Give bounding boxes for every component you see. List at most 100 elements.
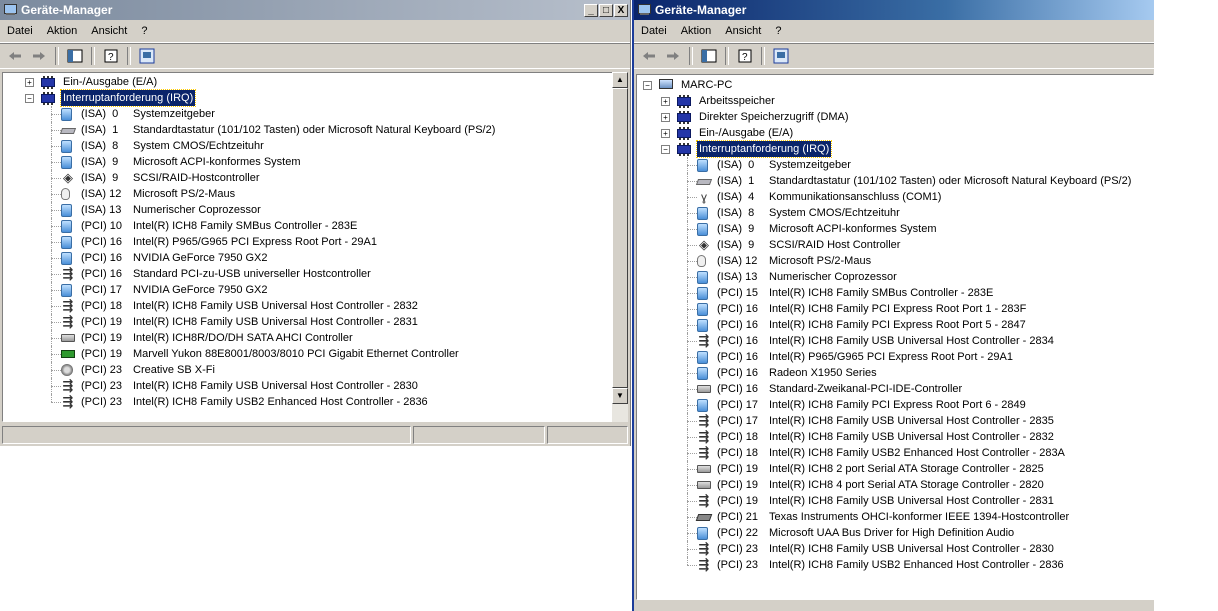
tree-connector-line: [687, 557, 688, 565]
device-entry[interactable]: ⇶ (PCI) 16 Standard PCI-zu-USB universelle…: [3, 266, 615, 282]
device-entry[interactable]: (PCI) 23 Creative SB X-Fi: [3, 362, 615, 378]
device-entry[interactable]: ⇶ (PCI) 19 Intel(R) ICH8 Family USB Univer…: [3, 314, 615, 330]
device-name: Standard PCI-zu-USB universeller Hostcon…: [133, 268, 371, 280]
scroll-thumb[interactable]: [612, 88, 628, 388]
back-button[interactable]: [4, 46, 26, 66]
device-entry[interactable]: (ISA) 0 Systemzeitgeber: [3, 106, 615, 122]
device-entry[interactable]: ◈ (ISA) 9 SCSI/RAID-Hostcontroller: [3, 170, 615, 186]
back-button[interactable]: [638, 46, 660, 66]
tree-node[interactable]: + Ein-/Ausgabe (E/A): [3, 74, 615, 90]
show-hide-console-tree-button[interactable]: [698, 46, 720, 66]
device-entry[interactable]: (PCI) 16 NVIDIA GeForce 7950 GX2: [3, 250, 615, 266]
scroll-down-arrow-icon[interactable]: ▼: [612, 388, 628, 404]
device-entry[interactable]: (ISA) 9 Microsoft ACPI-konformes System: [637, 221, 1153, 237]
title-bar[interactable]: Geräte-Manager _ □ X: [0, 0, 630, 20]
properties-button[interactable]: ?: [100, 46, 122, 66]
device-entry[interactable]: ⇶ (PCI) 23 Intel(R) ICH8 Family USB2 Enhan…: [3, 394, 615, 410]
device-entry[interactable]: (ISA) 1 Standardtastatur (101/102 Tasten)…: [3, 122, 615, 138]
device-entry[interactable]: (ISA) 0 Systemzeitgeber: [637, 157, 1153, 173]
device-entry[interactable]: (PCI) 19 Marvell Yukon 88E8001/8003/8010 …: [3, 346, 615, 362]
expand-icon[interactable]: +: [661, 97, 670, 106]
device-entry[interactable]: ◈ (ISA) 9 SCSI/RAID Host Controller: [637, 237, 1153, 253]
vertical-scrollbar[interactable]: ▲ ▼: [612, 72, 628, 422]
menu-aktion[interactable]: Aktion: [40, 25, 85, 37]
device-tree[interactable]: + Ein-/Ausgabe (E/A) − Interruptanforderung…: [2, 72, 616, 422]
device-entry[interactable]: (PCI) 16 Standard-Zweikanal-PCI-IDE-Contr…: [637, 381, 1153, 397]
menu-help[interactable]: ?: [768, 25, 788, 37]
device-entry[interactable]: (PCI) 22 Microsoft UAA Bus Driver for Hig…: [637, 525, 1153, 541]
tree-node[interactable]: − Interruptanforderung (IRQ): [3, 89, 615, 107]
device-tree[interactable]: − MARC-PC + Arbeitsspeicher + Direkter Speich…: [636, 74, 1154, 600]
device-entry[interactable]: ⇶ (PCI) 17 Intel(R) ICH8 Family USB Univer…: [637, 413, 1153, 429]
tree-connector-line: [687, 517, 697, 518]
device-entry[interactable]: ⇶ (PCI) 18 Intel(R) ICH8 Family USB Univer…: [637, 429, 1153, 445]
device-entry[interactable]: ⇶ (PCI) 19 Intel(R) ICH8 Family USB Univer…: [637, 493, 1153, 509]
system-device-icon: [697, 367, 708, 380]
device-entry[interactable]: ⇶ (PCI) 23 Intel(R) ICH8 Family USB Univer…: [637, 541, 1153, 557]
close-button[interactable]: X: [614, 3, 628, 17]
collapse-icon[interactable]: −: [661, 145, 670, 154]
title-bar[interactable]: Geräte-Manager: [634, 0, 1154, 20]
scroll-up-arrow-icon[interactable]: ▲: [612, 72, 628, 88]
menu-ansicht[interactable]: Ansicht: [84, 25, 134, 37]
irq-resource: (PCI) 16: [717, 319, 758, 331]
irq-resource: (ISA) 12: [81, 188, 122, 200]
device-entry[interactable]: (ISA) 8 System CMOS/Echtzeituhr: [3, 138, 615, 154]
menu-datei[interactable]: Datei: [0, 25, 40, 37]
device-entry[interactable]: (ISA) 1 Standardtastatur (101/102 Tasten)…: [637, 173, 1153, 189]
menu-help[interactable]: ?: [134, 25, 154, 37]
device-entry[interactable]: (PCI) 17 Intel(R) ICH8 Family PCI Express…: [637, 397, 1153, 413]
show-hide-console-tree-button[interactable]: [64, 46, 86, 66]
device-entry[interactable]: (PCI) 15 Intel(R) ICH8 Family SMBus Contr…: [637, 285, 1153, 301]
expand-icon[interactable]: +: [661, 129, 670, 138]
maximize-button[interactable]: □: [599, 3, 613, 17]
minimize-button[interactable]: _: [584, 3, 598, 17]
expand-icon[interactable]: +: [25, 78, 34, 87]
tree-node[interactable]: + Direkter Speicherzugriff (DMA): [637, 109, 1153, 125]
device-name: Microsoft PS/2-Maus: [133, 188, 236, 200]
device-entry[interactable]: (PCI) 19 Intel(R) ICH8 4 port Serial ATA …: [637, 477, 1153, 493]
tree-connector-line: [687, 181, 697, 182]
update-driver-button[interactable]: [136, 46, 158, 66]
device-entry[interactable]: (ISA) 9 Microsoft ACPI-konformes System: [3, 154, 615, 170]
properties-button[interactable]: ?: [734, 46, 756, 66]
device-entry[interactable]: (PCI) 10 Intel(R) ICH8 Family SMBus Contr…: [3, 218, 615, 234]
update-driver-button[interactable]: [770, 46, 792, 66]
device-entry[interactable]: (PCI) 16 Intel(R) ICH8 Family PCI Express…: [637, 317, 1153, 333]
device-entry[interactable]: (ISA) 8 System CMOS/Echtzeituhr: [637, 205, 1153, 221]
tree-node[interactable]: − Interruptanforderung (IRQ): [637, 140, 1153, 158]
device-entry[interactable]: (ISA) 12 Microsoft PS/2-Maus: [637, 253, 1153, 269]
menu-ansicht[interactable]: Ansicht: [718, 25, 768, 37]
device-entry[interactable]: (ISA) 13 Numerischer Coprozessor: [637, 269, 1153, 285]
forward-button[interactable]: [662, 46, 684, 66]
device-entry[interactable]: (PCI) 16 Intel(R) P965/G965 PCI Express R…: [3, 234, 615, 250]
tree-connector-line: [687, 437, 697, 438]
device-entry[interactable]: (PCI) 16 Radeon X1950 Series: [637, 365, 1153, 381]
menu-datei[interactable]: Datei: [634, 25, 674, 37]
status-panel: [413, 426, 545, 444]
collapse-icon[interactable]: −: [643, 81, 652, 90]
device-entry[interactable]: (PCI) 19 Intel(R) ICH8 2 port Serial ATA …: [637, 461, 1153, 477]
device-entry[interactable]: (ISA) 13 Numerischer Coprozessor: [3, 202, 615, 218]
device-entry[interactable]: (PCI) 17 NVIDIA GeForce 7950 GX2: [3, 282, 615, 298]
device-entry[interactable]: ⇶ (PCI) 18 Intel(R) ICH8 Family USB2 Enhan…: [637, 445, 1153, 461]
device-entry[interactable]: (PCI) 16 Intel(R) ICH8 Family PCI Express…: [637, 301, 1153, 317]
device-entry[interactable]: ⇶ (PCI) 16 Intel(R) ICH8 Family USB Univer…: [637, 333, 1153, 349]
device-entry[interactable]: ⇶ (PCI) 23 Intel(R) ICH8 Family USB2 Enhan…: [637, 557, 1153, 573]
device-entry[interactable]: ⇶ (PCI) 18 Intel(R) ICH8 Family USB Univer…: [3, 298, 615, 314]
device-entry[interactable]: (PCI) 21 Texas Instruments OHCI-konformer…: [637, 509, 1153, 525]
device-entry[interactable]: ⇶ (PCI) 23 Intel(R) ICH8 Family USB Univer…: [3, 378, 615, 394]
tree-node[interactable]: − MARC-PC: [637, 77, 1153, 93]
tree-node[interactable]: + Ein-/Ausgabe (E/A): [637, 125, 1153, 141]
tree-node[interactable]: + Arbeitsspeicher: [637, 93, 1153, 109]
expand-icon[interactable]: +: [661, 113, 670, 122]
device-entry[interactable]: (PCI) 16 Intel(R) P965/G965 PCI Express R…: [637, 349, 1153, 365]
irq-resource: (PCI) 23: [81, 364, 122, 376]
system-device-icon: [697, 271, 708, 284]
collapse-icon[interactable]: −: [25, 94, 34, 103]
device-entry[interactable]: (ISA) 12 Microsoft PS/2-Maus: [3, 186, 615, 202]
forward-button[interactable]: [28, 46, 50, 66]
menu-aktion[interactable]: Aktion: [674, 25, 719, 37]
device-entry[interactable]: ɣ (ISA) 4 Kommunikationsanschluss (COM1): [637, 189, 1153, 205]
device-entry[interactable]: (PCI) 19 Intel(R) ICH8R/DO/DH SATA AHCI C…: [3, 330, 615, 346]
